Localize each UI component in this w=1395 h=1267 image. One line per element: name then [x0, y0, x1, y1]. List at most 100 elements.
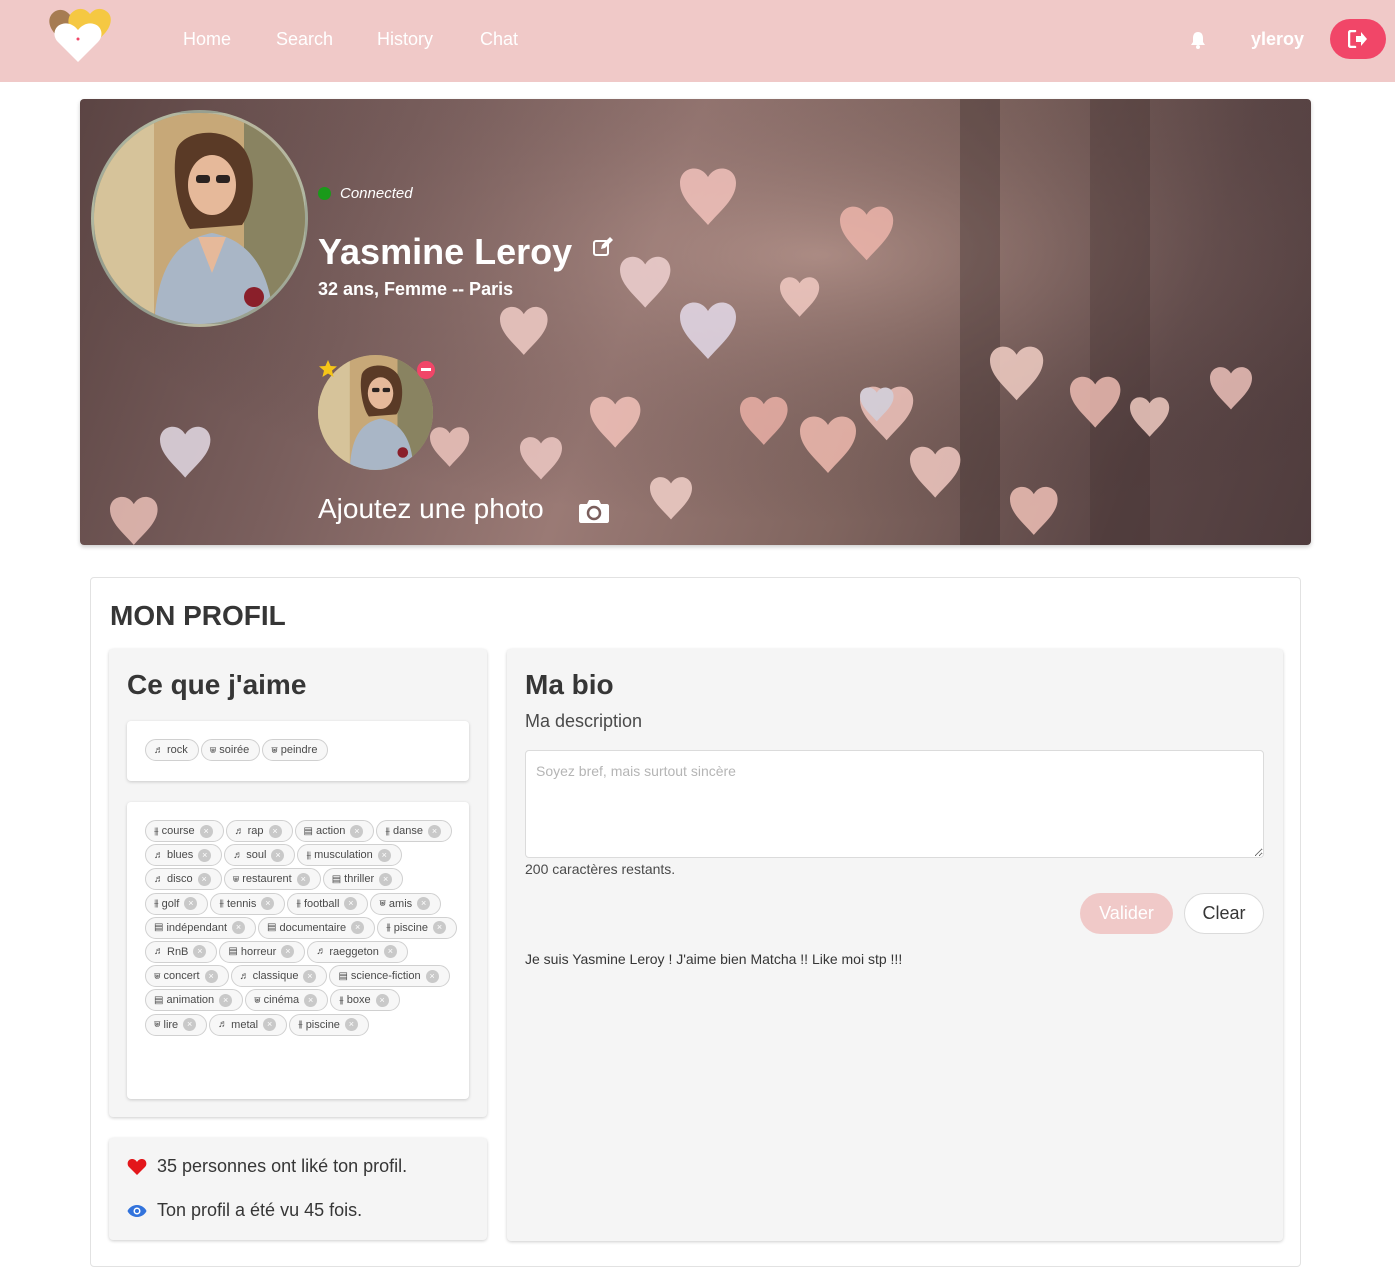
- remove-tag-icon[interactable]: ×: [263, 1018, 277, 1031]
- remove-tag-icon[interactable]: ×: [417, 897, 431, 911]
- remove-tag-icon[interactable]: ×: [425, 969, 439, 983]
- remove-tag-icon[interactable]: ×: [184, 897, 198, 911]
- bell-icon[interactable]: [1188, 30, 1208, 50]
- nav-history[interactable]: History: [377, 29, 433, 50]
- bio-char-counter: 200 caractères restants.: [525, 861, 676, 877]
- clear-button[interactable]: Clear: [1184, 893, 1264, 934]
- interest-tag-label: danse: [392, 825, 423, 837]
- remove-tag-icon[interactable]: ×: [351, 921, 365, 935]
- interest-tag[interactable]: ▤ action ×: [294, 820, 375, 842]
- nav-search[interactable]: Search: [276, 29, 333, 50]
- remove-tag-icon[interactable]: ×: [379, 872, 393, 886]
- interest-tag[interactable]: ⩐ concert ×: [145, 965, 229, 988]
- remove-tag-icon[interactable]: ×: [271, 848, 285, 862]
- interest-tag-label: boxe: [346, 994, 371, 1007]
- remove-tag-icon[interactable]: ×: [303, 969, 317, 983]
- interest-tag-label: science-fiction: [350, 970, 421, 983]
- logo-hearts-icon[interactable]: [44, 4, 116, 66]
- film-icon: ▤: [154, 994, 164, 1006]
- nav-home[interactable]: Home: [183, 29, 231, 50]
- interest-tag[interactable]: ⩐ lire ×: [145, 1013, 208, 1036]
- interest-tag[interactable]: ⫵ piscine ×: [377, 916, 457, 939]
- username[interactable]: yleroy: [1251, 29, 1304, 50]
- interest-tag[interactable]: ♬ RnB ×: [145, 940, 218, 963]
- interest-tag[interactable]: ⩐ amis ×: [370, 892, 442, 915]
- interest-tag-label: soul: [246, 849, 267, 862]
- interest-tag[interactable]: ▤ science-fiction ×: [329, 965, 450, 988]
- interest-tag[interactable]: ⩐ peindre: [262, 739, 329, 761]
- remove-tag-icon[interactable]: ×: [193, 945, 207, 959]
- remove-tag-icon[interactable]: ×: [261, 897, 275, 911]
- remove-tag-icon[interactable]: ×: [427, 824, 441, 838]
- interest-tag[interactable]: ▤ animation ×: [145, 989, 244, 1012]
- remove-tag-icon[interactable]: ×: [198, 848, 212, 862]
- heart-icon: [127, 1158, 149, 1176]
- bio-textarea[interactable]: [525, 750, 1264, 858]
- remove-tag-icon[interactable]: ×: [199, 824, 213, 838]
- valider-button[interactable]: Valider: [1080, 893, 1173, 934]
- interest-tag-label: peindre: [280, 744, 318, 756]
- interest-tag[interactable]: ♬ rap ×: [225, 820, 293, 842]
- remove-tag-icon[interactable]: ×: [183, 1018, 197, 1031]
- remove-tag-icon[interactable]: ×: [197, 872, 211, 886]
- bio-subtitle: Ma description: [525, 711, 643, 731]
- interest-tag[interactable]: ⫵ boxe ×: [330, 989, 400, 1012]
- remove-photo-icon[interactable]: [417, 361, 435, 379]
- interest-tag[interactable]: ▤ documentaire ×: [258, 916, 376, 939]
- interest-tag[interactable]: ♬ raeggeton ×: [307, 940, 408, 963]
- interest-tag[interactable]: ⩐ restaurent ×: [223, 868, 321, 891]
- interest-tag[interactable]: ♬ soul ×: [224, 844, 296, 867]
- interest-tag[interactable]: ♬ metal ×: [209, 1013, 288, 1036]
- interest-tag[interactable]: ♬ rock: [145, 739, 199, 761]
- remove-tag-icon[interactable]: ×: [304, 993, 318, 1007]
- stats-card: 35 personnes ont liké ton profil. Ton pr…: [109, 1138, 487, 1240]
- interest-tag[interactable]: ▤ horreur ×: [219, 940, 306, 963]
- interest-tag[interactable]: ⫵ musculation ×: [297, 844, 402, 867]
- film-icon: ▤: [267, 922, 277, 934]
- remove-tag-icon[interactable]: ×: [383, 945, 397, 959]
- interest-tag[interactable]: ⩐ cinéma ×: [245, 989, 329, 1012]
- profile-subtitle: 32 ans, Femme -- Paris: [318, 279, 514, 299]
- dumbbell-icon: ⫵: [306, 849, 312, 861]
- remove-tag-icon[interactable]: ×: [232, 921, 246, 935]
- interest-tag[interactable]: ▤ thriller ×: [322, 868, 404, 891]
- nav-chat[interactable]: Chat: [480, 29, 518, 50]
- star-icon[interactable]: [318, 359, 338, 379]
- logout-button[interactable]: [1330, 19, 1386, 59]
- interests-card: Ce que j'aime ♬ rock ⩐ soirée ⩐ peindre ⫵ cour…: [109, 649, 487, 1117]
- music-icon: ♬: [316, 946, 327, 958]
- interest-tag[interactable]: ♬ blues ×: [145, 844, 223, 867]
- remove-tag-icon[interactable]: ×: [268, 824, 282, 838]
- interest-tag[interactable]: ⩐ soirée: [200, 739, 261, 761]
- remove-tag-icon[interactable]: ×: [344, 1018, 358, 1031]
- interest-tag[interactable]: ⫵ football ×: [287, 892, 369, 915]
- interest-tag[interactable]: ⫵ course ×: [145, 820, 224, 842]
- navbar: Home Search History Chat yleroy: [0, 0, 1395, 82]
- add-photo-label[interactable]: Ajoutez une photo: [318, 493, 544, 525]
- interest-tag[interactable]: ⫵ danse ×: [376, 820, 452, 842]
- interest-tag-label: action: [316, 825, 346, 837]
- music-icon: ♬: [218, 1019, 229, 1030]
- interest-tag-label: piscine: [305, 1018, 340, 1031]
- remove-tag-icon[interactable]: ×: [432, 921, 446, 935]
- music-icon: ♬: [154, 744, 164, 756]
- music-icon: ♬: [234, 825, 245, 837]
- interest-tag[interactable]: ⫵ golf ×: [145, 892, 209, 915]
- remove-tag-icon[interactable]: ×: [204, 969, 218, 983]
- camera-icon[interactable]: [578, 497, 610, 525]
- dumbbell-icon: ⫵: [298, 1019, 303, 1030]
- remove-tag-icon[interactable]: ×: [377, 848, 391, 862]
- interest-tag[interactable]: ⫵ piscine ×: [289, 1013, 369, 1036]
- remove-tag-icon[interactable]: ×: [296, 872, 310, 886]
- edit-icon[interactable]: [592, 236, 614, 258]
- remove-tag-icon[interactable]: ×: [219, 993, 233, 1007]
- interest-tag[interactable]: ⫵ tennis ×: [210, 892, 286, 915]
- interest-tag[interactable]: ♬ classique ×: [230, 965, 328, 988]
- remove-tag-icon[interactable]: ×: [281, 945, 295, 959]
- remove-tag-icon[interactable]: ×: [344, 897, 358, 911]
- interest-tag[interactable]: ▤ indépendant ×: [145, 916, 257, 939]
- remove-tag-icon[interactable]: ×: [375, 993, 389, 1007]
- remove-tag-icon[interactable]: ×: [350, 824, 364, 838]
- bio-text: Je suis Yasmine Leroy ! J'aime bien Matc…: [525, 951, 903, 967]
- interest-tag[interactable]: ♬ disco ×: [145, 868, 222, 891]
